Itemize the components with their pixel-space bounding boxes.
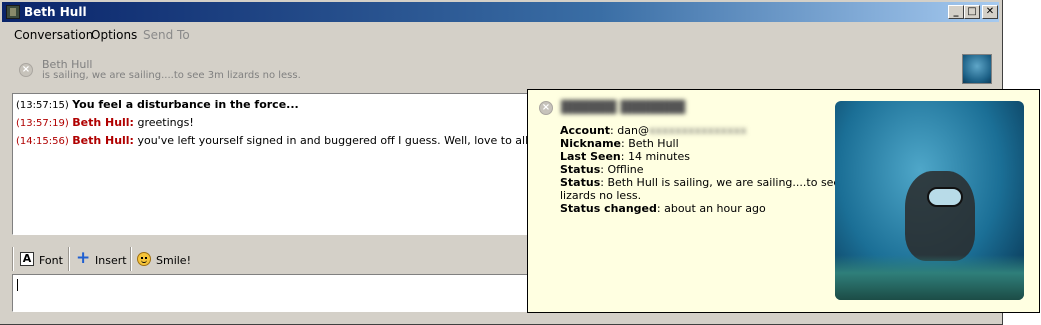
field-label: Status [560, 176, 601, 189]
timestamp: (14:15:56) [16, 136, 69, 147]
insert-label: Insert [95, 254, 127, 267]
insert-icon: + [76, 248, 91, 268]
minimize-button[interactable]: _ [948, 5, 964, 19]
toolbar-separator [12, 247, 14, 271]
menu-send-to[interactable]: Send To [143, 28, 190, 42]
menu-bar: Conversation Options Send To [2, 24, 999, 44]
sender-name: Beth Hull: [72, 134, 134, 147]
tooltip-status-changed-row: Status changed: about an hour ago [560, 202, 766, 215]
field-label: Nickname [560, 137, 621, 150]
smiley-icon [137, 252, 151, 266]
smile-button[interactable]: Smile! [137, 247, 197, 271]
timestamp: (13:57:19) [16, 118, 69, 129]
close-button[interactable]: ✕ [982, 5, 998, 19]
timestamp: (13:57:15) [16, 100, 69, 111]
menu-options[interactable]: Options [91, 28, 137, 42]
log-line: (13:57:15) You feel a disturbance in the… [16, 98, 299, 111]
buddy-tooltip: × ██████ ███████ Account: dan@xxxxxxxxxx… [527, 89, 1040, 313]
menu-conversation[interactable]: Conversation [14, 28, 93, 42]
buddy-photo [835, 101, 1024, 300]
offline-icon: × [539, 101, 553, 115]
font-icon: A [20, 252, 34, 266]
field-value: : about an hour ago [656, 202, 766, 215]
redacted-text: xxxxxxxxxxxxxxx [648, 124, 747, 137]
offline-icon: × [19, 63, 33, 77]
reef-background [835, 255, 1024, 300]
tooltip-status-row: Status: Offline [560, 163, 644, 176]
field-label: Account [560, 124, 611, 137]
log-line: (13:57:19) Beth Hull: greetings! [16, 116, 194, 129]
field-label: Status [560, 163, 601, 176]
smile-label: Smile! [156, 254, 191, 267]
toolbar-separator [68, 247, 70, 271]
app-icon[interactable] [6, 5, 20, 19]
tooltip-last-seen-row: Last Seen: 14 minutes [560, 150, 690, 163]
buddy-icon[interactable] [962, 54, 992, 84]
field-label: Last Seen [560, 150, 621, 163]
message-text: greetings! [133, 116, 194, 129]
field-value: : Beth Hull [621, 137, 679, 150]
font-label: Font [39, 254, 63, 267]
diver-figure [905, 171, 975, 261]
message-text: you've left yourself signed in and bugge… [133, 134, 594, 147]
diving-mask [927, 187, 963, 207]
tooltip-status-message-row: Status: Beth Hull is sailing, we are sai… [560, 176, 861, 189]
tooltip-account-row: Account: dan@xxxxxxxxxxxxxxx [560, 124, 747, 137]
log-line: (14:15:56) Beth Hull: you've left yourse… [16, 134, 594, 147]
tooltip-status-message-continuation: lizards no less. [560, 189, 641, 202]
text-caret [17, 279, 18, 291]
buddy-status-message: is sailing, we are sailing....to see 3m … [42, 70, 301, 81]
system-message: You feel a disturbance in the force... [72, 98, 299, 111]
buddy-info-header: × Beth Hull is sailing, we are sailing..… [2, 48, 999, 92]
sender-name: Beth Hull: [72, 116, 134, 129]
window-title: Beth Hull [24, 5, 87, 19]
field-value: : 14 minutes [620, 150, 690, 163]
field-label: Status changed [560, 202, 657, 215]
field-value: : dan@ [610, 124, 649, 137]
field-value: : Beth Hull is sailing, we are sailing..… [600, 176, 862, 189]
field-value: : Offline [600, 163, 644, 176]
field-value: lizards no less. [560, 189, 642, 202]
tooltip-nickname-row: Nickname: Beth Hull [560, 137, 679, 150]
insert-button[interactable]: + Insert [76, 247, 130, 271]
tooltip-screen-name-redacted: ██████ ███████ [561, 100, 686, 114]
maximize-button[interactable]: □ [964, 5, 980, 19]
toolbar-separator [130, 247, 132, 271]
title-bar[interactable]: Beth Hull _ □ ✕ [2, 2, 999, 22]
font-button[interactable]: A Font [20, 247, 70, 271]
